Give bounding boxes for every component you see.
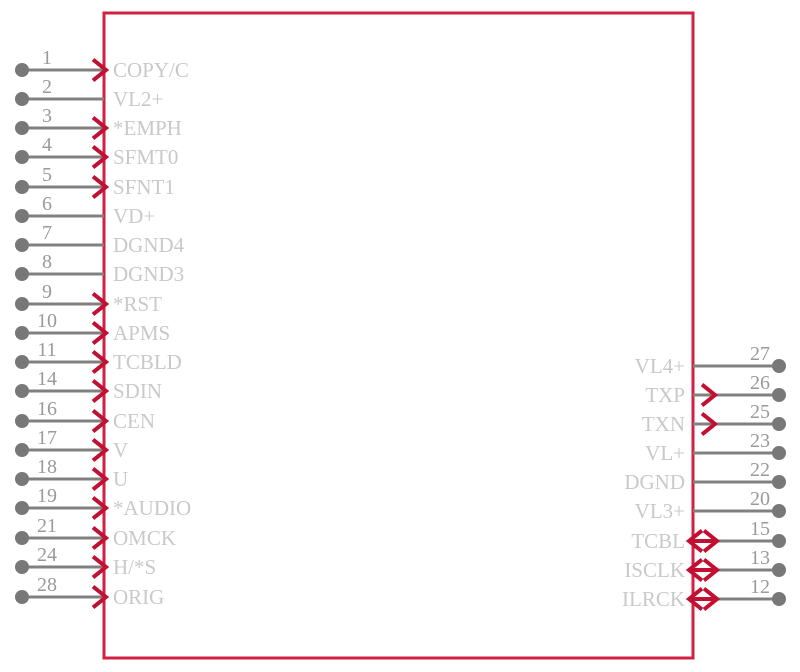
pin-number-label: 14: [37, 368, 57, 390]
pin-number-label: 21: [37, 515, 57, 537]
pin-terminal-dot[interactable]: [15, 238, 29, 252]
pin-name-label: SFNT1: [113, 175, 175, 199]
pin-terminal-dot[interactable]: [15, 180, 29, 194]
pin-terminal-dot[interactable]: [15, 560, 29, 574]
pin-number-label: 7: [42, 222, 52, 244]
pin-name-label: ORIG: [113, 585, 164, 609]
pin-number-label: 9: [42, 281, 52, 303]
pin-terminal-dot[interactable]: [15, 414, 29, 428]
schematic-symbol-canvas: 1 COPY/C 2 VL2+ 3 *EMPH 4 SFMT0 5 SFNT1 6 VD+ 7 DGND4…: [0, 0, 800, 672]
pin-left-17[interactable]: 17 V: [15, 427, 128, 462]
pin-number-label: 12: [750, 576, 770, 598]
pin-terminal-dot[interactable]: [15, 590, 29, 604]
pin-terminal-dot[interactable]: [15, 531, 29, 545]
pin-name-label: DGND4: [113, 233, 185, 257]
pin-number-label: 5: [42, 164, 52, 186]
pin-terminal-dot[interactable]: [15, 384, 29, 398]
pin-left-16[interactable]: 16 CEN: [15, 398, 155, 433]
pin-name-label: U: [113, 467, 128, 491]
pin-terminal-dot[interactable]: [15, 472, 29, 486]
pin-name-label: *AUDIO: [113, 496, 191, 520]
pin-terminal-dot[interactable]: [15, 355, 29, 369]
symbol-drawing: 1 COPY/C 2 VL2+ 3 *EMPH 4 SFMT0 5 SFNT1 6 VD+ 7 DGND4…: [15, 11, 786, 660]
pin-terminal-dot[interactable]: [15, 267, 29, 281]
pin-name-label: VL+: [645, 441, 685, 465]
pin-name-label: *RST: [113, 292, 162, 316]
pin-number-label: 20: [750, 488, 770, 510]
pin-number-label: 3: [42, 105, 52, 127]
pin-number-label: 25: [750, 401, 770, 423]
pin-name-label: COPY/C: [113, 58, 189, 82]
pin-name-label: *EMPH: [113, 116, 182, 140]
pin-left-28[interactable]: 28 ORIG: [15, 574, 164, 609]
pin-name-label: VL3+: [635, 499, 685, 523]
pin-terminal-dot[interactable]: [15, 443, 29, 457]
right-pin-group: 27 VL4+ 26 TXP 25 TXN 23 VL+ 22 DGND 20 VL3+ 15 TCBL 1…: [622, 343, 786, 611]
pin-terminal-dot[interactable]: [15, 121, 29, 135]
pin-terminal-dot[interactable]: [15, 326, 29, 340]
pin-number-label: 26: [750, 372, 770, 394]
pin-terminal-dot[interactable]: [15, 150, 29, 164]
pin-name-label: ILRCK: [622, 587, 685, 611]
pin-terminal-dot[interactable]: [772, 417, 786, 431]
pin-terminal-dot[interactable]: [772, 592, 786, 606]
pin-number-label: 2: [42, 76, 52, 98]
pin-name-label: CEN: [113, 409, 155, 433]
pin-name-label: SDIN: [113, 379, 162, 403]
pin-number-label: 13: [750, 547, 770, 569]
pin-number-label: 15: [750, 518, 770, 540]
pin-left-7[interactable]: 7 DGND4: [15, 222, 185, 257]
pin-terminal-dot[interactable]: [15, 209, 29, 223]
pin-number-label: 1: [42, 47, 52, 69]
pin-left-18[interactable]: 18 U: [15, 456, 128, 491]
pin-terminal-dot[interactable]: [772, 359, 786, 373]
pin-name-label: VL4+: [635, 354, 685, 378]
pin-name-label: V: [113, 438, 128, 462]
pin-number-label: 17: [37, 427, 57, 449]
pin-name-label: SFMT0: [113, 145, 178, 169]
pin-terminal-dot[interactable]: [15, 297, 29, 311]
pin-name-label: VD+: [113, 204, 155, 228]
pin-terminal-dot[interactable]: [15, 92, 29, 106]
pin-name-label: DGND3: [113, 262, 184, 286]
pin-left-5[interactable]: 5 SFNT1: [15, 164, 175, 199]
pin-number-label: 4: [42, 134, 52, 156]
pin-name-label: OMCK: [113, 526, 176, 550]
pin-name-label: VL2+: [113, 87, 163, 111]
pin-terminal-dot[interactable]: [15, 63, 29, 77]
pin-number-label: 10: [37, 310, 57, 332]
pin-terminal-dot[interactable]: [772, 563, 786, 577]
pin-number-label: 16: [37, 398, 57, 420]
pin-number-label: 24: [37, 544, 57, 566]
pin-name-label: H/*S: [113, 555, 156, 579]
pin-name-label: TXN: [642, 412, 685, 436]
pin-terminal-dot[interactable]: [772, 446, 786, 460]
pin-name-label: ISCLK: [624, 558, 685, 582]
pin-number-label: 18: [37, 456, 57, 478]
pin-name-label: APMS: [113, 321, 170, 345]
pin-number-label: 28: [37, 574, 57, 596]
pin-number-label: 6: [42, 193, 52, 215]
pin-terminal-dot[interactable]: [772, 475, 786, 489]
pin-number-label: 8: [42, 251, 52, 273]
pin-name-label: TCBLD: [113, 350, 182, 374]
pin-number-label: 27: [750, 343, 770, 365]
pin-terminal-dot[interactable]: [15, 501, 29, 515]
pin-number-label: 19: [37, 485, 57, 507]
pin-terminal-dot[interactable]: [772, 504, 786, 518]
pin-terminal-dot[interactable]: [772, 388, 786, 402]
pin-name-label: TCBL: [631, 529, 685, 553]
pin-terminal-dot[interactable]: [772, 534, 786, 548]
pin-number-label: 23: [750, 430, 770, 452]
component-body-outline: [102, 11, 695, 660]
pin-number-label: 11: [37, 339, 56, 361]
pin-number-label: 22: [750, 459, 770, 481]
pin-name-label: DGND: [624, 470, 685, 494]
pin-name-label: TXP: [645, 383, 685, 407]
